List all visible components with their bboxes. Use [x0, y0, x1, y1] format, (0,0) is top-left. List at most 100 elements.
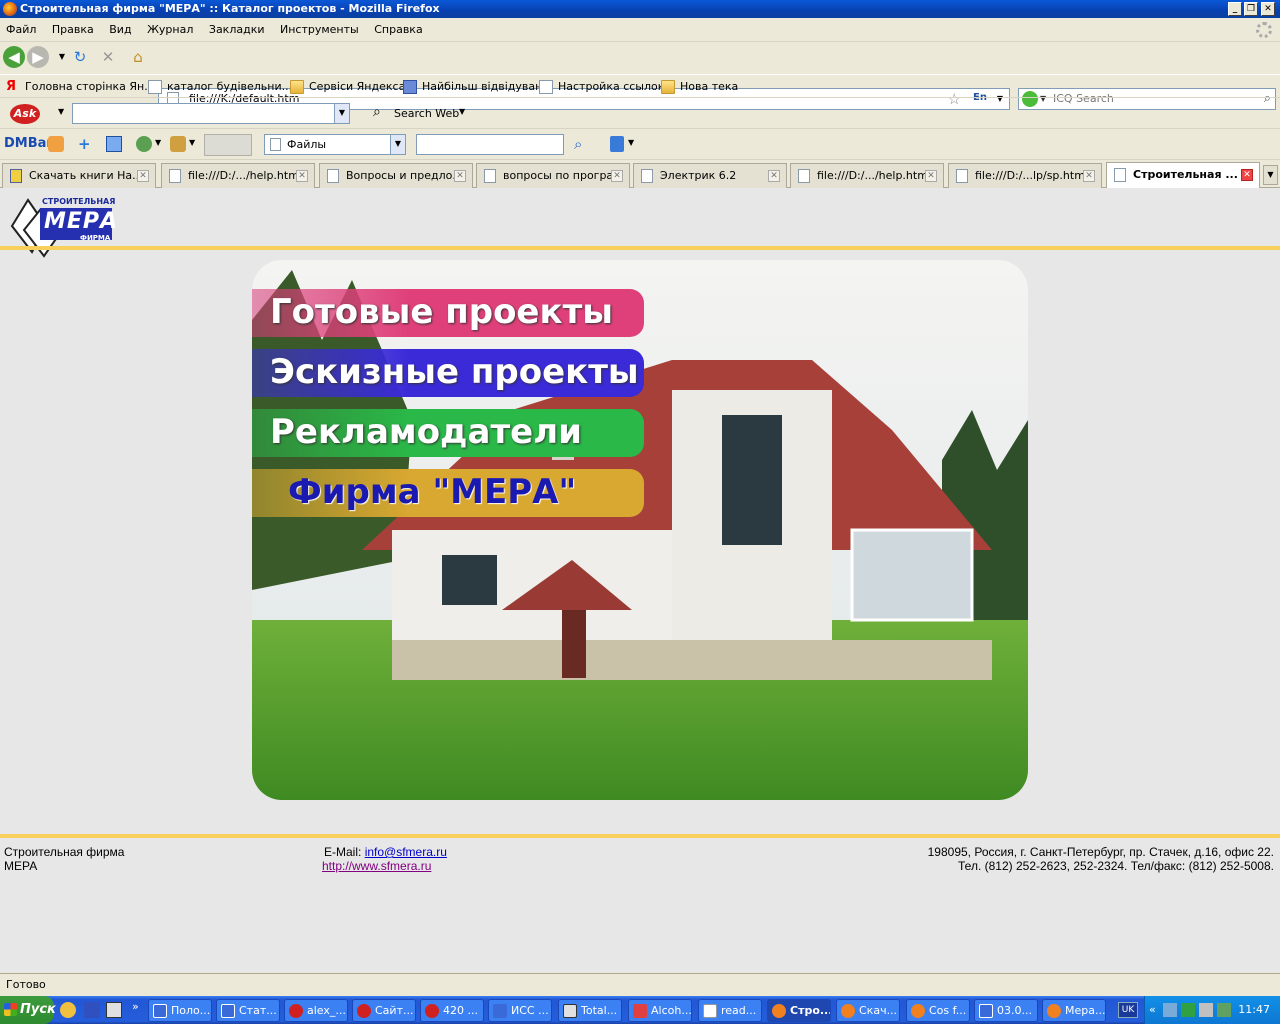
taskbar-item[interactable]: Поло... — [148, 999, 212, 1022]
taskbar: Пуск » Поло... Стат... alex_... Сайт... … — [0, 996, 1280, 1024]
search-icon[interactable]: ⌕ — [574, 135, 582, 153]
windows-icon[interactable] — [106, 136, 122, 152]
ask-search-input[interactable]: ▼ — [72, 103, 350, 124]
tab[interactable]: Электрик 6.2 ✕ — [633, 163, 787, 188]
menu-tools[interactable]: Инструменты — [274, 18, 365, 42]
bookmark-item[interactable]: Найбільш відвідувані — [403, 79, 545, 95]
tab[interactable]: вопросы по програ... ✕ — [476, 163, 630, 188]
menu-company[interactable]: Фирма "МЕРА" — [252, 469, 644, 517]
word-icon — [153, 1004, 167, 1018]
files-dropdown[interactable]: ▼ — [390, 135, 405, 154]
taskbar-item[interactable]: Alcoh... — [628, 999, 692, 1022]
tab-active[interactable]: Строительная ... ✕ — [1106, 162, 1260, 189]
film-icon[interactable] — [106, 1002, 122, 1018]
tab[interactable]: Скачать книги На... ✕ — [2, 163, 156, 188]
tab-close-button[interactable]: ✕ — [768, 170, 780, 182]
restore-button[interactable]: ❐ — [1244, 2, 1258, 16]
taskbar-item[interactable]: alex_... — [284, 999, 348, 1022]
menu-sketch-projects[interactable]: Эскизные проекты — [252, 349, 644, 397]
tab-close-button[interactable]: ✕ — [296, 170, 308, 182]
search-web-dropdown[interactable]: ▼ — [459, 107, 465, 116]
tab[interactable]: Вопросы и предло... ✕ — [319, 163, 473, 188]
page-icon — [798, 169, 810, 183]
taskbar-item[interactable]: 03.0... — [974, 999, 1038, 1022]
taskbar-item[interactable]: Мера... — [1042, 999, 1106, 1022]
taskbar-item[interactable]: read... — [698, 999, 762, 1022]
logo-bottom-text: ФИРМА — [80, 234, 111, 242]
globe-dropdown[interactable]: ▼ — [155, 138, 161, 147]
download-manager-icon[interactable] — [48, 136, 64, 152]
email-link[interactable]: info@sfmera.ru — [365, 845, 447, 859]
download-dropdown[interactable]: ▼ — [628, 138, 634, 147]
book-icon — [10, 169, 22, 183]
tab-close-button[interactable]: ✕ — [454, 170, 466, 182]
save-disk-icon[interactable] — [84, 1002, 100, 1018]
tab[interactable]: file:///D:/...lp/sp.html ✕ — [948, 163, 1102, 188]
network-icon[interactable] — [1163, 1003, 1177, 1017]
taskbar-item[interactable]: ИСС ... — [488, 999, 552, 1022]
search-web-button[interactable]: Search Web — [394, 107, 459, 120]
footer-divider — [0, 834, 1280, 838]
tab[interactable]: file:///D:/.../help.html ✕ — [161, 163, 315, 188]
tab-close-button[interactable]: ✕ — [1241, 169, 1253, 181]
page-content: СТРОИТЕЛЬНАЯ МЕРА ФИРМА Готовые проекты … — [0, 188, 1280, 972]
taskbar-item-active[interactable]: Стро... — [767, 999, 831, 1022]
tab-close-button[interactable]: ✕ — [1083, 170, 1095, 182]
forward-button[interactable]: ▶ — [27, 46, 49, 68]
bookmark-item[interactable]: каталог будівельни... — [148, 79, 292, 95]
tab[interactable]: file:///D:/.../help.html ✕ — [790, 163, 944, 188]
reload-icon[interactable]: ↻ — [68, 46, 92, 68]
tools-dropdown[interactable]: ▼ — [189, 138, 195, 147]
tray-expand-icon[interactable]: « — [1149, 996, 1156, 1024]
ask-logo-icon[interactable]: Ask — [10, 104, 40, 124]
tray-app-icon[interactable] — [1199, 1003, 1213, 1017]
smart-folder-icon — [403, 80, 417, 94]
menu-ready-projects[interactable]: Готовые проекты — [252, 289, 644, 337]
tray-app-icon[interactable] — [1217, 1003, 1231, 1017]
drop-zone[interactable] — [204, 134, 252, 156]
website-link[interactable]: http://www.sfmera.ru — [322, 859, 431, 873]
files-select[interactable]: Файлы ▼ — [264, 134, 406, 155]
stop-icon[interactable]: ✕ — [96, 46, 120, 68]
tab-close-button[interactable]: ✕ — [611, 170, 623, 182]
tab-close-button[interactable]: ✕ — [137, 170, 149, 182]
menu-file[interactable]: Файл — [0, 18, 42, 42]
menu-edit[interactable]: Правка — [46, 18, 100, 42]
quicklaunch-icon[interactable] — [60, 1002, 76, 1018]
bookmark-item[interactable]: Я Головна сторінка Ян... — [6, 79, 155, 95]
menu-history[interactable]: Журнал — [141, 18, 199, 42]
quicklaunch-more-icon[interactable]: » — [132, 1000, 139, 1013]
bookmark-item[interactable]: Настройка ссылок — [539, 79, 664, 95]
bookmark-item[interactable]: Нова тека — [661, 79, 738, 95]
bookmark-item[interactable]: Сервіси Яндекса — [290, 79, 405, 95]
back-button[interactable]: ◀ — [3, 46, 25, 68]
home-icon[interactable]: ⌂ — [126, 46, 150, 68]
taskbar-item[interactable]: Сайт... — [352, 999, 416, 1022]
taskbar-item[interactable]: Total... — [558, 999, 622, 1022]
add-download-icon[interactable]: + — [78, 135, 91, 153]
menu-view[interactable]: Вид — [103, 18, 137, 42]
globe-icon[interactable] — [136, 136, 152, 152]
menu-advertisers[interactable]: Рекламодатели — [252, 409, 644, 457]
dmbar-search-input[interactable] — [416, 134, 564, 155]
ask-search-dropdown[interactable]: ▼ — [334, 104, 349, 123]
language-indicator[interactable]: UK — [1118, 1002, 1138, 1018]
tray-app-icon[interactable] — [1181, 1003, 1195, 1017]
minimize-button[interactable]: _ — [1228, 2, 1242, 16]
download-arrow-icon[interactable] — [610, 136, 624, 152]
taskbar-item[interactable]: Скач... — [836, 999, 900, 1022]
taskbar-item[interactable]: Стат... — [216, 999, 280, 1022]
menu-bookmarks[interactable]: Закладки — [203, 18, 271, 42]
throbber-icon — [1256, 22, 1272, 38]
close-window-button[interactable]: ✕ — [1261, 2, 1275, 16]
ask-menu-dropdown[interactable]: ▼ — [58, 107, 64, 116]
start-button[interactable]: Пуск — [0, 996, 56, 1024]
tab-close-button[interactable]: ✕ — [925, 170, 937, 182]
dmbar-logo[interactable]: DMBar — [4, 136, 53, 151]
firefox-icon — [841, 1004, 855, 1018]
tab-list-button[interactable]: ▼ — [1263, 165, 1278, 185]
menu-help[interactable]: Справка — [368, 18, 428, 42]
tools-icon[interactable] — [170, 136, 186, 152]
taskbar-item[interactable]: Cos f... — [906, 999, 970, 1022]
taskbar-item[interactable]: 420 ... — [420, 999, 484, 1022]
